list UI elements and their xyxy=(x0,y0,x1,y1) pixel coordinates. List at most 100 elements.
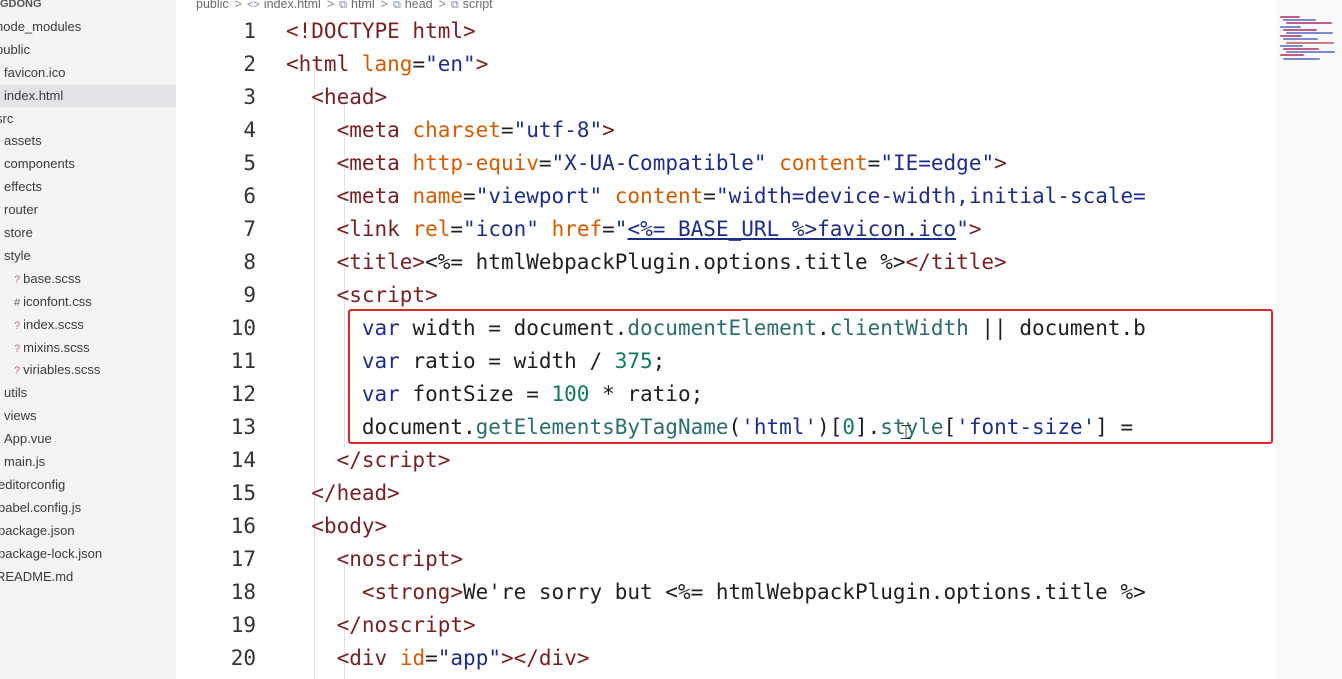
code-line: 7 <link rel="icon" href="<%= BASE_URL %>… xyxy=(176,213,1276,246)
chevron-right-icon: > xyxy=(234,0,242,11)
sidebar-item-label: App.vue xyxy=(4,431,52,447)
sidebar-item-label: node_modules xyxy=(0,18,82,34)
sidebar-item-label: base.scss xyxy=(23,270,81,286)
sidebar-item-label: iconfont.css xyxy=(23,293,92,309)
sidebar-item[interactable]: router xyxy=(0,199,176,221)
line-number: 13 xyxy=(230,415,256,439)
minimap-line xyxy=(1283,48,1319,50)
sidebar-item[interactable]: favicon.ico xyxy=(0,62,176,84)
code-line: 6 <meta name="viewport" content="width=d… xyxy=(176,180,1276,213)
breadcrumb-index-html[interactable]: index.html xyxy=(264,0,321,11)
code-line: 1 <!DOCTYPE html> xyxy=(176,15,1276,48)
minimap-line xyxy=(1283,28,1317,31)
scss-file-icon: ? xyxy=(14,342,21,355)
breadcrumb-head[interactable]: head xyxy=(405,0,433,11)
line-number: 12 xyxy=(230,382,256,406)
code-editor[interactable]: 1 <!DOCTYPE html> 2 <html lang="en"> 3 <he… xyxy=(176,14,1276,679)
minimap-line xyxy=(1286,51,1335,54)
sidebar-item[interactable]: node_modules xyxy=(0,16,172,38)
minimap-line xyxy=(1280,54,1304,57)
code-line: 10 var width = document.documentElement.… xyxy=(176,312,1276,345)
breadcrumb-script[interactable]: script xyxy=(463,0,493,11)
sidebar-item-label: viriables.scss xyxy=(23,362,101,378)
sidebar-item[interactable]: index.html xyxy=(0,84,176,107)
sidebar-item[interactable]: ? index.scss xyxy=(0,314,176,336)
sidebar-item[interactable]: GDONG xyxy=(0,0,176,15)
sidebar-item[interactable]: store xyxy=(0,222,176,244)
line-number: 15 xyxy=(230,481,256,505)
minimap[interactable] xyxy=(1276,0,1342,679)
line-number: 2 xyxy=(243,52,256,76)
sidebar-item[interactable]: style xyxy=(0,245,176,267)
sidebar-item-label: style xyxy=(4,247,31,263)
line-number: 6 xyxy=(243,184,256,208)
code-line: 14 </script> xyxy=(176,444,1276,477)
code-line: 8 <title><%= htmlWebpackPlugin.options.t… xyxy=(176,246,1276,279)
sidebar-item-label: main.js xyxy=(4,454,46,469)
sidebar-item[interactable]: babel.config.js xyxy=(0,497,174,519)
line-number: 18 xyxy=(230,580,256,604)
line-number: 1 xyxy=(243,19,256,43)
sidebar-item[interactable]: README.md xyxy=(0,566,172,588)
sidebar-item-label: package.json xyxy=(0,522,75,538)
line-number: 20 xyxy=(230,646,256,670)
sidebar-item[interactable]: views xyxy=(0,405,176,427)
sidebar-item[interactable]: src xyxy=(0,108,172,130)
minimap-line xyxy=(1283,38,1318,41)
sidebar-item[interactable]: # iconfont.css xyxy=(0,291,176,313)
code-line: 17 <noscript> xyxy=(176,543,1276,576)
sidebar-item[interactable]: components xyxy=(0,153,176,175)
sidebar-item-label: src xyxy=(0,110,14,126)
sidebar-item[interactable]: ? mixins.scss xyxy=(0,337,176,359)
chevron-right-icon: > xyxy=(380,0,388,11)
sidebar-item-label: components xyxy=(4,156,75,172)
minimap-line xyxy=(1280,44,1303,47)
sidebar-item[interactable]: package.json xyxy=(0,520,174,542)
sidebar-item-label: views xyxy=(4,408,37,424)
breadcrumb: public > <> index.html > ⧉ html > ⧉ head > ⧉ script xyxy=(195,0,494,13)
sidebar-item[interactable]: effects xyxy=(0,176,176,198)
sidebar-item-label: store xyxy=(4,225,33,240)
sidebar-item[interactable]: assets xyxy=(0,130,176,152)
code-line: 2 <html lang="en"> xyxy=(176,48,1276,81)
minimap-line xyxy=(1280,25,1301,28)
element-icon: ⧉ xyxy=(450,0,459,11)
code-line: 12 var fontSize = 100 * ratio; xyxy=(176,378,1276,411)
line-number: 4 xyxy=(243,118,256,142)
minimap-line xyxy=(1286,32,1333,34)
sidebar-item-label: router xyxy=(4,202,38,218)
code-line: 5 <meta http-equiv="X-UA-Compatible" con… xyxy=(176,147,1276,180)
code-line: 19 </noscript> xyxy=(176,609,1276,642)
sidebar-item-label: effects xyxy=(4,179,43,195)
sidebar-item[interactable]: main.js xyxy=(0,451,176,473)
line-number: 16 xyxy=(230,514,256,538)
breadcrumb-public[interactable]: public xyxy=(196,0,229,11)
sidebar-item[interactable]: editorconfig xyxy=(0,474,174,496)
sidebar-item[interactable]: utils xyxy=(0,382,176,404)
code-line: 13 document.getElementsByTagName('html')… xyxy=(176,411,1276,444)
minimap-line xyxy=(1286,41,1334,44)
sidebar-item[interactable]: public xyxy=(0,39,172,61)
sidebar-item-label: assets xyxy=(4,133,42,149)
line-number: 3 xyxy=(243,85,256,109)
code-line: 20 <div id="app"></div> xyxy=(176,642,1276,675)
line-number: 9 xyxy=(243,283,256,307)
sidebar-item-label: README.md xyxy=(0,568,74,584)
element-icon: ⧉ xyxy=(339,0,347,11)
sidebar-item[interactable]: App.vue xyxy=(0,428,176,450)
line-number: 8 xyxy=(243,250,256,274)
sidebar-item[interactable]: package-lock.json xyxy=(0,543,174,565)
sidebar-item[interactable]: ? base.scss xyxy=(0,268,176,290)
line-number: 14 xyxy=(230,448,256,472)
sidebar-item-label: favicon.ico xyxy=(4,64,66,80)
line-number: 11 xyxy=(230,349,256,373)
element-icon: ⧉ xyxy=(392,0,401,11)
code-line: 4 <meta charset="utf-8"> xyxy=(176,114,1276,147)
sidebar-item[interactable]: ? viriables.scss xyxy=(0,359,176,381)
breadcrumb-html[interactable]: html xyxy=(351,0,375,11)
code-line: 15 </head> xyxy=(176,477,1276,510)
sidebar-item-label: editorconfig xyxy=(0,476,66,492)
sidebar-item-label: index.html xyxy=(4,87,64,103)
scss-file-icon: ? xyxy=(14,273,21,286)
code-line: 3 <head> xyxy=(176,81,1276,114)
